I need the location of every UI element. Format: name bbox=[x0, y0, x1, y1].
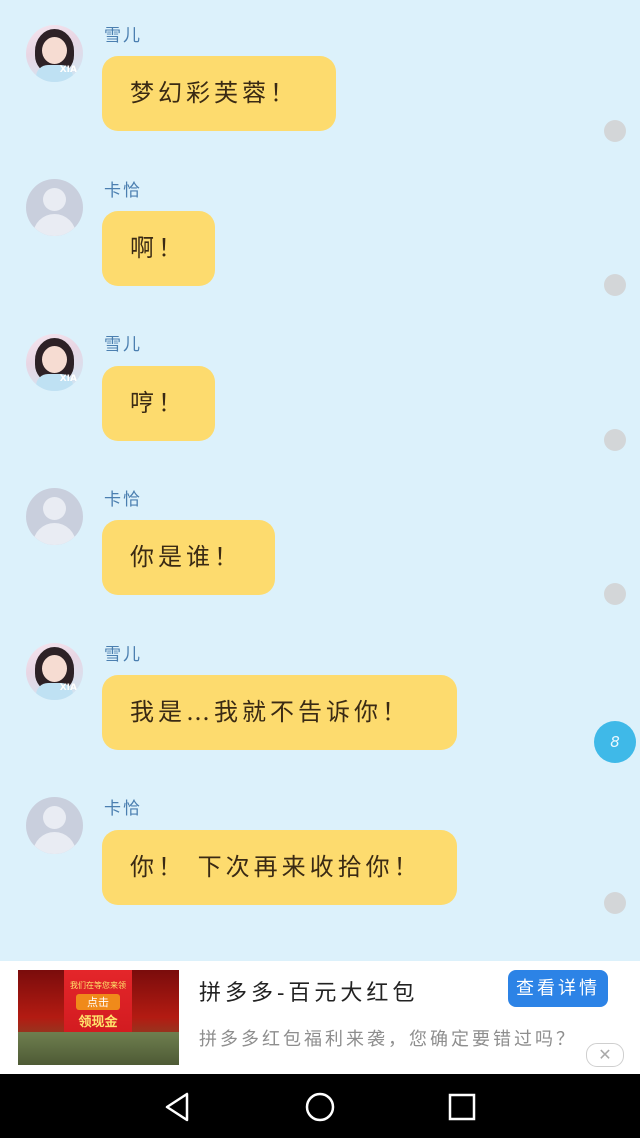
avatar[interactable]: XIA bbox=[26, 334, 83, 391]
avatar[interactable] bbox=[26, 179, 83, 236]
unread-count-badge[interactable]: 8 bbox=[594, 721, 636, 763]
message-bubble[interactable]: 啊！ bbox=[102, 211, 215, 286]
sender-name: 雪儿 bbox=[104, 645, 142, 665]
avatar[interactable] bbox=[26, 797, 83, 854]
message-bubble[interactable]: 你！ 下次再来收拾你！ bbox=[102, 830, 457, 905]
read-status-dot bbox=[604, 274, 626, 296]
avatar[interactable] bbox=[26, 488, 83, 545]
sender-name: 卡恰 bbox=[104, 490, 142, 510]
chat-area: XIA 雪儿 梦幻彩芙蓉！ 卡恰 啊！ XIA 雪儿 哼！ 卡恰 你是谁！ XI… bbox=[0, 0, 640, 960]
read-status-dot bbox=[604, 892, 626, 914]
ad-image-text: 点击 bbox=[76, 994, 120, 1010]
avatar[interactable]: XIA bbox=[26, 643, 83, 700]
ad-banner[interactable]: 我们在等您来领 点击 领现金 拼多多-百元大红包 拼多多红包福利来袭，您确定要错… bbox=[0, 961, 640, 1074]
sender-name: 雪儿 bbox=[104, 26, 142, 46]
close-icon[interactable]: ✕ bbox=[586, 1043, 624, 1067]
sender-name: 卡恰 bbox=[104, 799, 142, 819]
ad-image[interactable]: 我们在等您来领 点击 领现金 bbox=[18, 970, 179, 1065]
avatar[interactable]: XIA bbox=[26, 25, 83, 82]
ad-subtitle: 拼多多红包福利来袭，您确定要错过吗？ bbox=[199, 1029, 577, 1050]
message-bubble[interactable]: 哼！ bbox=[102, 366, 215, 441]
message-bubble[interactable]: 梦幻彩芙蓉！ bbox=[102, 56, 336, 131]
message-bubble[interactable]: 我是…我就不告诉你！ bbox=[102, 675, 457, 750]
ad-image-text: 我们在等您来领 bbox=[70, 981, 126, 990]
sender-name: 雪儿 bbox=[104, 335, 142, 355]
system-navigation-bar bbox=[0, 1074, 640, 1138]
home-icon[interactable] bbox=[303, 1090, 337, 1124]
view-details-button[interactable]: 查看详情 bbox=[508, 970, 608, 1007]
message-bubble[interactable]: 你是谁！ bbox=[102, 520, 275, 595]
read-status-dot bbox=[604, 429, 626, 451]
sender-name: 卡恰 bbox=[104, 181, 142, 201]
back-icon[interactable] bbox=[161, 1090, 195, 1124]
ad-image-text: 领现金 bbox=[78, 1015, 118, 1030]
read-status-dot bbox=[604, 120, 626, 142]
recent-apps-icon[interactable] bbox=[445, 1090, 479, 1124]
read-status-dot bbox=[604, 583, 626, 605]
ad-title[interactable]: 拼多多-百元大红包 bbox=[199, 975, 418, 1007]
